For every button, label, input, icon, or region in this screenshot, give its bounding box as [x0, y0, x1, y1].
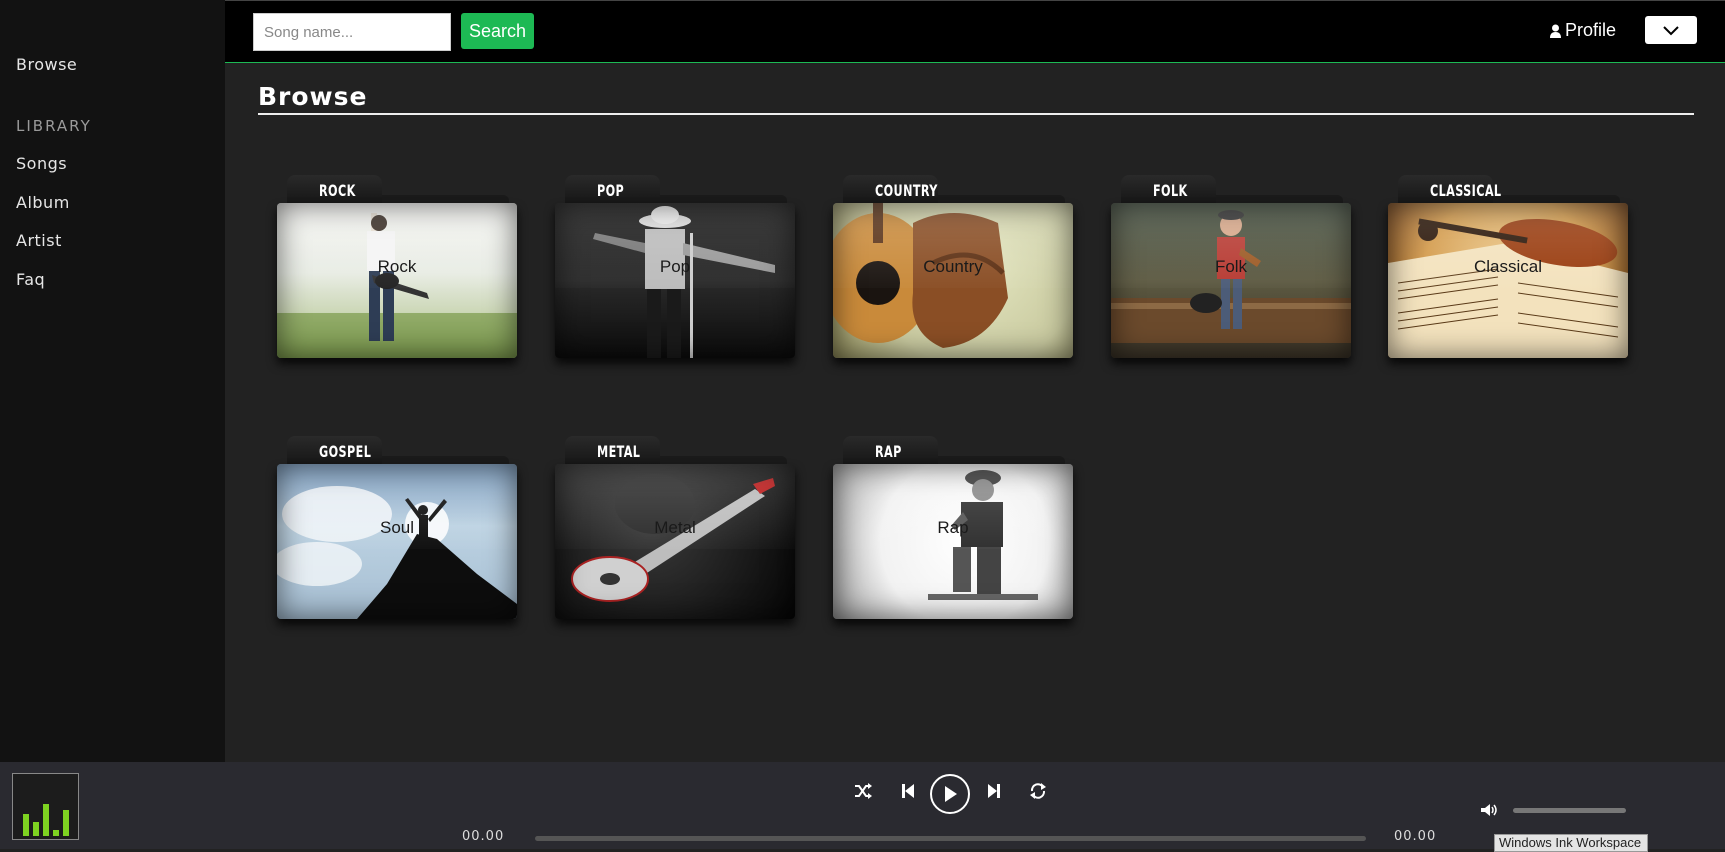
sidebar-item-album[interactable]: Album: [16, 193, 70, 212]
genre-image-gospel: [277, 464, 517, 619]
genre-folder-folk[interactable]: FOLK Folk: [1111, 175, 1351, 360]
current-time: 00.00: [462, 829, 505, 844]
genre-folder-rock[interactable]: ROCK Rock: [277, 175, 517, 360]
genre-tab-label: COUNTRY: [875, 181, 938, 200]
genre-caption: Folk: [1214, 257, 1248, 276]
next-icon[interactable]: [983, 780, 1005, 802]
genre-folder-country[interactable]: COUNTRY Country: [833, 175, 1073, 360]
previous-icon[interactable]: [897, 780, 919, 802]
genre-folder-rap[interactable]: RAP Rap: [833, 436, 1073, 621]
sidebar-item-faq[interactable]: Faq: [16, 270, 45, 289]
genre-tab-label: ROCK: [319, 181, 356, 200]
total-time: 00.00: [1394, 829, 1437, 844]
genre-caption: Rap: [937, 518, 969, 537]
genre-caption: Metal: [654, 518, 696, 537]
seek-bar[interactable]: [535, 836, 1366, 841]
library-heading: LIBRARY: [16, 117, 92, 135]
account-dropdown-button[interactable]: [1645, 16, 1697, 44]
genre-image-pop: [555, 203, 795, 358]
genre-caption: Country: [923, 257, 983, 276]
genre-folder-metal[interactable]: METAL Metal: [555, 436, 795, 621]
genre-image-country: [833, 203, 1073, 358]
genre-image-rap: [833, 464, 1073, 619]
page-title: Browse: [258, 82, 368, 111]
genre-folder-classical[interactable]: CLASSICAL Classical: [1388, 175, 1628, 360]
profile-label: Profile: [1565, 20, 1617, 40]
genre-tab-label: POP: [597, 181, 625, 200]
tooltip: Windows Ink Workspace: [1494, 834, 1648, 852]
genre-caption: Pop: [659, 257, 691, 276]
shuffle-icon[interactable]: [852, 780, 874, 802]
genre-caption: Rock: [377, 257, 417, 276]
genre-image-folk: [1111, 203, 1351, 358]
player-bar: 00.00 00.00: [0, 762, 1725, 849]
genre-image-metal: [555, 464, 795, 619]
repeat-icon[interactable]: [1027, 780, 1049, 802]
search-button[interactable]: Search: [461, 13, 534, 49]
user-icon: [1550, 24, 1561, 38]
sidebar: Browse LIBRARY Songs Album Artist Faq: [0, 0, 225, 762]
genre-tab-label: METAL: [597, 442, 641, 461]
genre-image-classical: [1388, 203, 1628, 358]
genre-caption: Classical: [1473, 257, 1543, 276]
genre-folder-gospel[interactable]: GOSPEL Soul: [277, 436, 517, 621]
sidebar-item-browse[interactable]: Browse: [16, 55, 77, 74]
volume-icon[interactable]: [1478, 800, 1500, 820]
genre-tab-label: FOLK: [1153, 181, 1188, 200]
genre-tab-label: GOSPEL: [319, 442, 372, 461]
genre-image-rock: [277, 203, 517, 358]
title-divider: [258, 113, 1694, 115]
volume-slider[interactable]: [1513, 808, 1626, 813]
equalizer-thumbnail: [12, 773, 79, 840]
play-icon[interactable]: [930, 774, 970, 814]
search-input[interactable]: [253, 13, 451, 51]
chevron-down-icon: [1663, 25, 1679, 35]
sidebar-item-artist[interactable]: Artist: [16, 231, 62, 250]
genre-tab-label: CLASSICAL: [1430, 181, 1502, 200]
sidebar-item-songs[interactable]: Songs: [16, 154, 67, 173]
genre-caption: Soul: [379, 518, 415, 537]
genre-tab-label: RAP: [875, 442, 902, 461]
profile-link[interactable]: Profile: [1550, 20, 1616, 41]
genre-folder-pop[interactable]: POP Pop: [555, 175, 795, 360]
top-bar: Search Profile: [225, 0, 1725, 63]
